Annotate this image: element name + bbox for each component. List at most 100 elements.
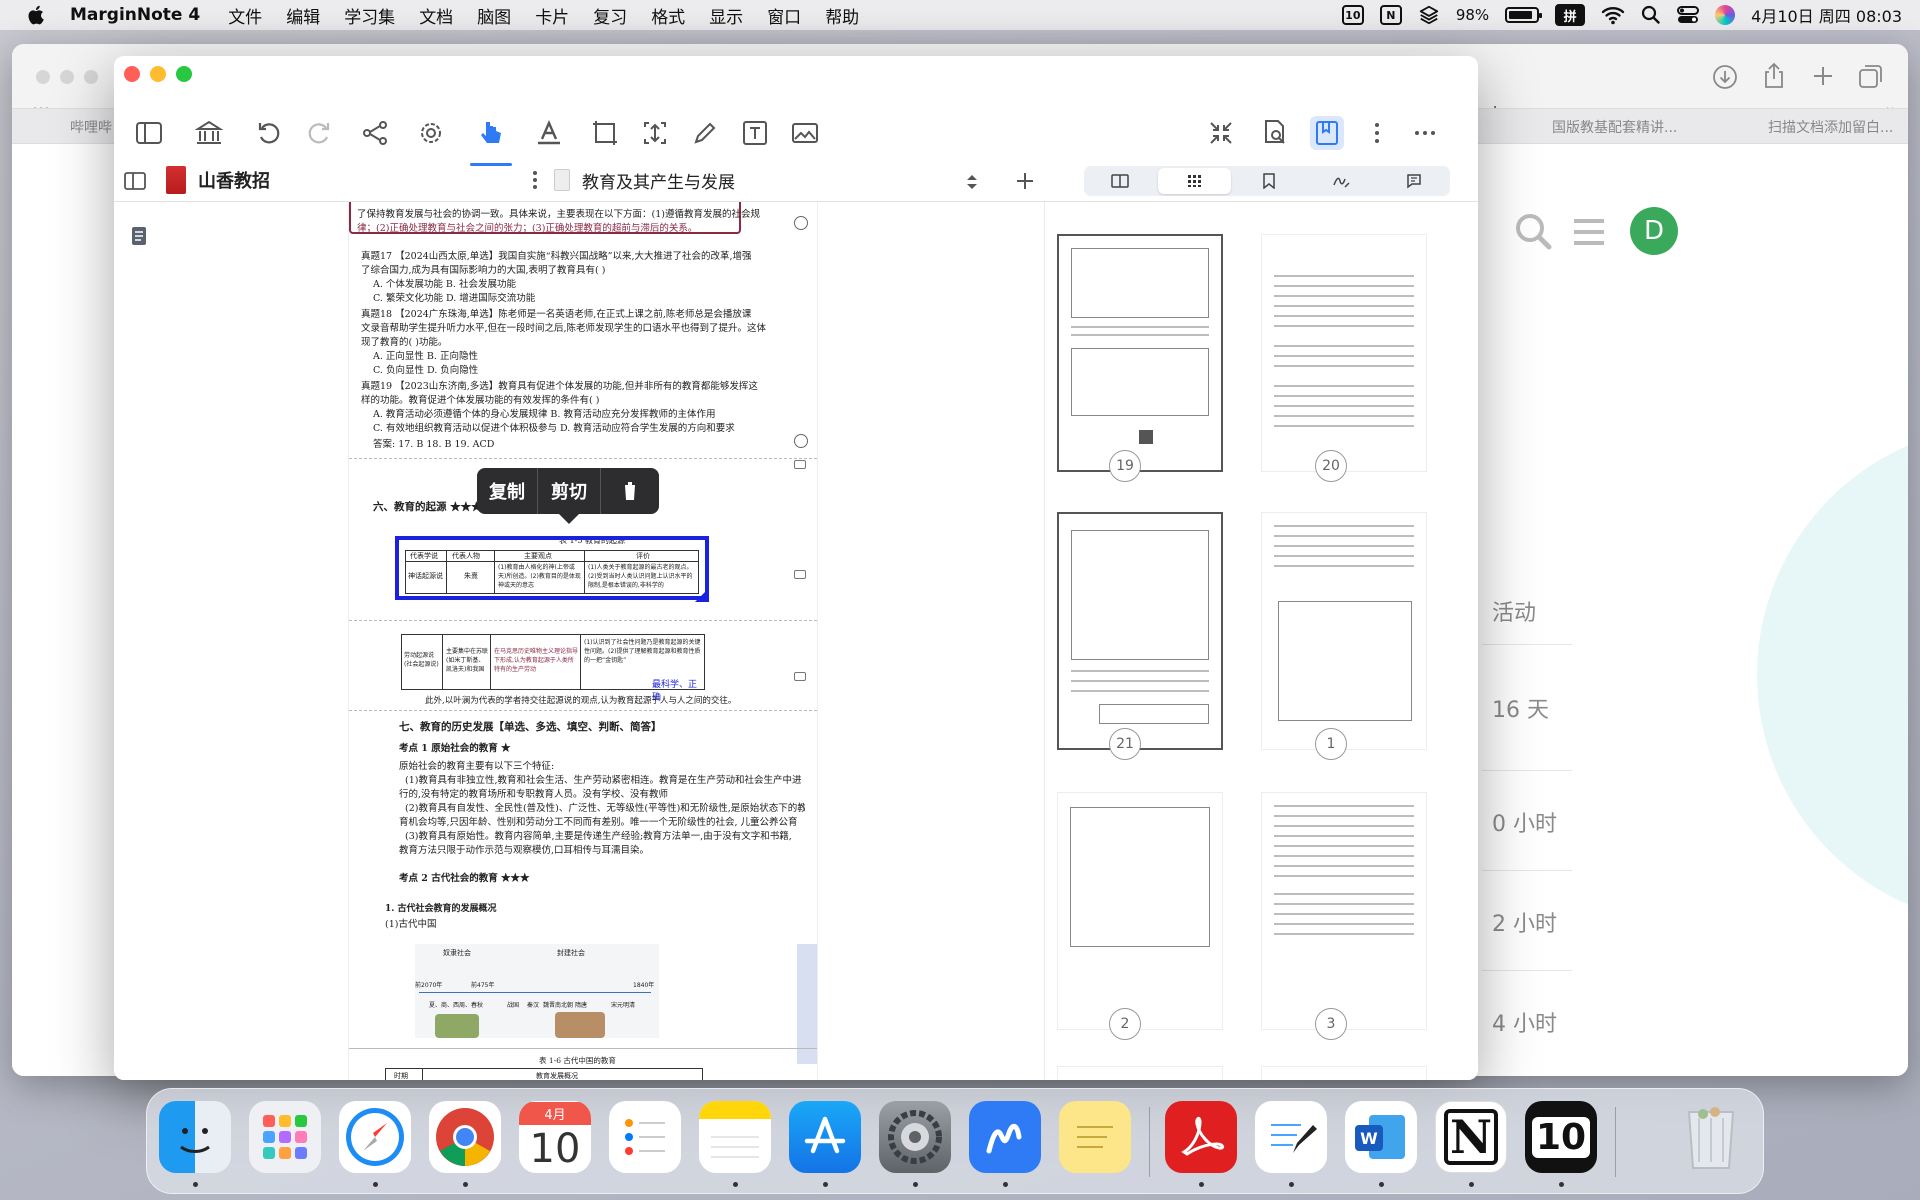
document-tab[interactable]: 教育及其产生与发展 bbox=[554, 158, 735, 202]
menu-edit[interactable]: 编辑 bbox=[286, 3, 320, 28]
resize-handle-icon[interactable] bbox=[695, 588, 709, 602]
acrobat-icon[interactable] bbox=[1165, 1101, 1237, 1173]
card-marker[interactable] bbox=[794, 460, 806, 469]
add-icon[interactable] bbox=[1016, 172, 1034, 190]
browser-tab-bilibili[interactable]: 哔哩哔 bbox=[70, 117, 112, 137]
collapse-toggle[interactable] bbox=[794, 434, 808, 448]
menu-review[interactable]: 复习 bbox=[593, 3, 627, 28]
more-horizontal-icon[interactable] bbox=[1408, 116, 1442, 150]
menu-document[interactable]: 文档 bbox=[419, 3, 453, 28]
thumbnail-grid-icon[interactable] bbox=[1158, 168, 1231, 194]
browser-tab-scan[interactable]: 扫描文档添加留白... bbox=[1768, 117, 1893, 137]
app-store-icon[interactable] bbox=[789, 1101, 861, 1173]
split-view-icon[interactable] bbox=[124, 172, 146, 190]
browser-tab-textbook[interactable]: 国版教基配套精讲... bbox=[1552, 117, 1677, 137]
ten-status-icon[interactable]: 10 bbox=[1341, 5, 1364, 25]
card-marker[interactable] bbox=[794, 672, 806, 681]
cut-button[interactable]: 剪切 bbox=[538, 468, 600, 514]
menu-format[interactable]: 格式 bbox=[651, 3, 685, 28]
comment-icon[interactable] bbox=[1378, 166, 1450, 196]
page-thumbnail[interactable] bbox=[1057, 792, 1223, 1030]
ten-app-icon[interactable]: 10 bbox=[1525, 1101, 1597, 1173]
input-method-icon[interactable]: 拼 bbox=[1555, 4, 1586, 26]
notes-icon[interactable] bbox=[699, 1101, 771, 1173]
page-thumbnail[interactable] bbox=[1057, 234, 1223, 472]
browser-close-button[interactable] bbox=[36, 70, 50, 84]
page-thumbnail[interactable] bbox=[1261, 1066, 1427, 1080]
notebook-menu-icon[interactable] bbox=[532, 170, 538, 190]
pen-icon[interactable] bbox=[688, 116, 722, 150]
word-icon[interactable]: W bbox=[1345, 1101, 1417, 1173]
redo-icon[interactable] bbox=[302, 116, 336, 150]
more-vertical-icon[interactable] bbox=[1360, 116, 1394, 150]
notebook-icon[interactable] bbox=[130, 226, 148, 246]
delete-button[interactable] bbox=[601, 468, 659, 514]
book-view-icon[interactable] bbox=[1084, 166, 1156, 196]
browser-zoom-button[interactable] bbox=[84, 70, 98, 84]
page-thumbnail[interactable] bbox=[1261, 792, 1427, 1030]
card-marker[interactable] bbox=[794, 570, 806, 579]
image-icon[interactable] bbox=[788, 116, 822, 150]
safari-icon[interactable] bbox=[339, 1101, 411, 1173]
finder-icon[interactable] bbox=[159, 1101, 231, 1173]
sort-icon[interactable] bbox=[964, 172, 980, 192]
battery-icon[interactable] bbox=[1505, 7, 1543, 23]
apple-icon[interactable] bbox=[26, 4, 48, 26]
goodnotes-icon[interactable] bbox=[1255, 1101, 1327, 1173]
document-page[interactable]: 了保持教育发展与社会的协调一致。具体来说，主要表现在以下方面：(1)遵循教育发展… bbox=[348, 202, 818, 1080]
new-tab-icon[interactable] bbox=[1812, 65, 1834, 87]
zoom-button[interactable] bbox=[176, 66, 192, 82]
document-search-icon[interactable] bbox=[1258, 116, 1292, 150]
rectangle-select-icon[interactable] bbox=[588, 116, 622, 150]
menu-view[interactable]: 显示 bbox=[709, 3, 743, 28]
notebook-tab[interactable]: 山香教招 bbox=[166, 158, 270, 202]
sidebar-toggle-icon[interactable] bbox=[132, 116, 166, 150]
clock[interactable]: 4月10日 周四 08:03 bbox=[1751, 3, 1902, 27]
text-highlight-icon[interactable] bbox=[532, 116, 566, 150]
collapse-icon[interactable] bbox=[1204, 116, 1238, 150]
trash-icon[interactable] bbox=[1675, 1101, 1747, 1173]
collapse-toggle[interactable] bbox=[794, 216, 808, 230]
copy-button[interactable]: 复制 bbox=[477, 468, 537, 514]
menu-window[interactable]: 窗口 bbox=[767, 3, 801, 28]
menu-help[interactable]: 帮助 bbox=[825, 3, 859, 28]
siri-icon[interactable] bbox=[1715, 5, 1736, 25]
tab-overview-icon[interactable] bbox=[1858, 63, 1884, 89]
library-icon[interactable] bbox=[192, 116, 226, 150]
wifi-icon[interactable] bbox=[1601, 5, 1625, 25]
layers-status-icon[interactable] bbox=[1418, 4, 1440, 26]
minimize-button[interactable] bbox=[150, 66, 166, 82]
menu-app-name[interactable]: MarginNote 4 bbox=[70, 5, 200, 25]
search-icon[interactable] bbox=[1641, 5, 1661, 25]
notion-status-icon[interactable]: N bbox=[1379, 5, 1402, 25]
control-center-icon[interactable] bbox=[1677, 5, 1700, 25]
menu-file[interactable]: 文件 bbox=[228, 3, 262, 28]
search-icon[interactable] bbox=[1514, 212, 1552, 250]
page-thumbnail[interactable] bbox=[1261, 512, 1427, 750]
bookmark-icon[interactable] bbox=[1233, 166, 1305, 196]
calendar-icon[interactable]: 4月 10 bbox=[519, 1101, 591, 1173]
menu-card[interactable]: 卡片 bbox=[535, 3, 569, 28]
chrome-icon[interactable] bbox=[429, 1101, 501, 1173]
page-thumbnail[interactable] bbox=[1057, 512, 1223, 750]
notion-icon[interactable]: N bbox=[1435, 1101, 1507, 1173]
settings-icon[interactable] bbox=[414, 116, 448, 150]
browser-minimize-button[interactable] bbox=[60, 70, 74, 84]
marginnote-icon[interactable] bbox=[969, 1101, 1041, 1173]
outline-icon[interactable] bbox=[1310, 116, 1344, 150]
mindmap-icon[interactable] bbox=[358, 116, 392, 150]
textbox-icon[interactable] bbox=[738, 116, 772, 150]
page-thumbnail[interactable] bbox=[1261, 234, 1427, 472]
menu-icon[interactable] bbox=[1572, 218, 1606, 246]
scroll-indicator[interactable] bbox=[797, 944, 817, 1064]
hand-tool-icon[interactable] bbox=[470, 116, 512, 166]
stickies-icon[interactable] bbox=[1059, 1101, 1131, 1173]
system-settings-icon[interactable] bbox=[879, 1101, 951, 1173]
launchpad-icon[interactable] bbox=[249, 1101, 321, 1173]
close-button[interactable] bbox=[124, 66, 140, 82]
undo-icon[interactable] bbox=[252, 116, 286, 150]
menu-mindmap[interactable]: 脑图 bbox=[477, 3, 511, 28]
menu-study-set[interactable]: 学习集 bbox=[344, 3, 395, 28]
crop-icon[interactable] bbox=[638, 116, 672, 150]
page-thumbnail[interactable] bbox=[1057, 1066, 1223, 1080]
